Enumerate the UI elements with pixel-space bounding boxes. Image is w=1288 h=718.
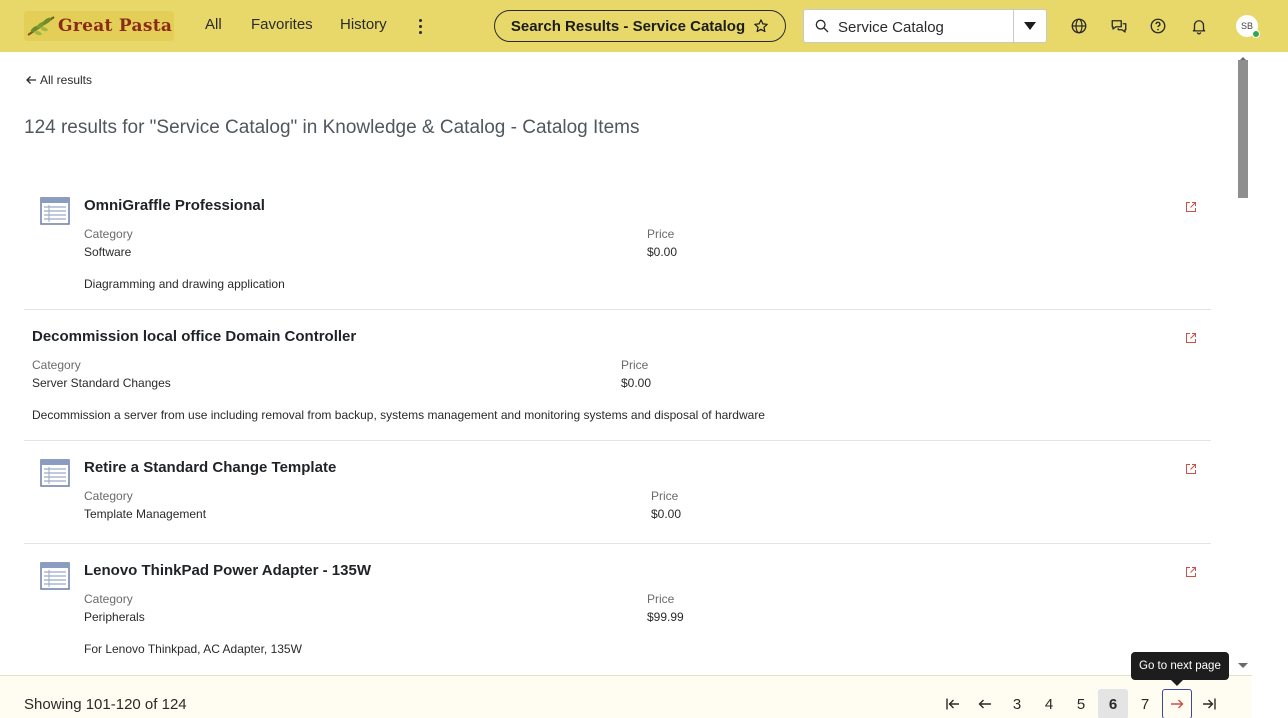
logo-text: Great Pasta [58,16,173,36]
open-in-new-window-icon[interactable] [1185,332,1197,344]
avatar-initials: SB [1240,21,1253,31]
result-item: Retire a Standard Change Template Catego… [24,441,1211,544]
star-icon[interactable] [753,18,769,34]
wheat-icon [27,16,55,36]
catalog-item-icon [40,562,70,590]
category-label: Category [84,227,133,241]
search-scope-dropdown[interactable] [1013,10,1046,42]
context-title-pill[interactable]: Search Results - Service Catalog [494,10,786,42]
page-button-5[interactable]: 5 [1066,689,1096,718]
category-label: Category [84,592,133,606]
showing-count: Showing 101-120 of 124 [24,696,187,713]
last-page-icon [1203,698,1216,710]
results-heading: 124 results for "Service Catalog" in Kno… [24,117,640,138]
next-page-tooltip: Go to next page [1131,652,1229,686]
result-title[interactable]: Retire a Standard Change Template [84,459,336,476]
result-item: Decommission local office Domain Control… [24,310,1211,441]
scroll-down-arrow-icon[interactable] [1237,662,1249,670]
arrow-right-icon [1171,699,1184,709]
company-logo[interactable]: Great Pasta [24,11,174,41]
help-icon[interactable] [1148,16,1168,36]
open-in-new-window-icon[interactable] [1185,463,1197,475]
caret-down-icon [1024,22,1036,30]
open-in-new-window-icon[interactable] [1185,566,1197,578]
price-label: Price [647,227,675,241]
price-label: Price [651,489,679,503]
pagination-footer: Showing 101-120 of 124 3 4 5 6 7 [0,675,1252,718]
result-item: OmniGraffle Professional Category Softwa… [24,180,1211,310]
search-icon [815,19,829,33]
category-label: Category [32,358,81,372]
page-button-6-current[interactable]: 6 [1098,689,1128,718]
catalog-item-icon [40,459,70,487]
first-page-icon [946,698,959,710]
category-value: Server Standard Changes [32,376,171,390]
category-value: Peripherals [84,610,145,624]
nav-history[interactable]: History [340,16,387,33]
last-page-button[interactable] [1194,689,1224,718]
previous-page-button[interactable] [970,689,1000,718]
context-title: Search Results - Service Catalog [510,17,746,35]
online-status-dot [1252,30,1260,38]
catalog-item-icon [40,197,70,225]
user-avatar[interactable]: SB [1236,15,1260,38]
nav-all[interactable]: All [205,16,222,33]
result-title[interactable]: Decommission local office Domain Control… [32,328,356,345]
page-button-3[interactable]: 3 [1002,689,1032,718]
scrollbar-thumb[interactable] [1238,60,1248,198]
category-label: Category [84,489,133,503]
result-item: Lenovo ThinkPad Power Adapter - 135W Cat… [24,544,1211,675]
price-value: $0.00 [647,245,678,259]
result-description: Decommission a server from use including… [32,408,765,422]
arrow-left-icon [978,699,991,709]
price-label: Price [647,592,675,606]
chat-icon[interactable] [1109,16,1129,36]
global-search [803,9,1047,43]
back-label: All results [40,73,93,87]
category-value: Template Management [84,507,207,521]
top-navigation-bar: Great Pasta All Favorites History Search… [0,0,1288,52]
search-input[interactable] [838,16,1008,38]
result-description: Diagramming and drawing application [84,277,285,291]
category-value: Software [84,245,132,259]
back-to-all-results-link[interactable]: All results [25,73,92,87]
next-page-button[interactable] [1162,689,1192,718]
open-in-new-window-icon[interactable] [1185,201,1197,213]
result-title[interactable]: Lenovo ThinkPad Power Adapter - 135W [84,562,371,579]
result-description: For Lenovo Thinkpad, AC Adapter, 135W [84,642,302,656]
nav-favorites[interactable]: Favorites [251,16,313,33]
price-value: $0.00 [651,507,682,521]
globe-icon[interactable] [1069,16,1089,36]
more-menu-icon[interactable] [413,14,427,38]
price-value: $0.00 [621,376,652,390]
page-button-7[interactable]: 7 [1130,689,1160,718]
arrow-left-icon [26,76,36,84]
bell-icon[interactable] [1189,16,1209,36]
price-label: Price [621,358,649,372]
first-page-button[interactable] [938,689,968,718]
page-button-4[interactable]: 4 [1034,689,1064,718]
price-value: $99.99 [647,610,684,624]
result-title[interactable]: OmniGraffle Professional [84,197,265,214]
